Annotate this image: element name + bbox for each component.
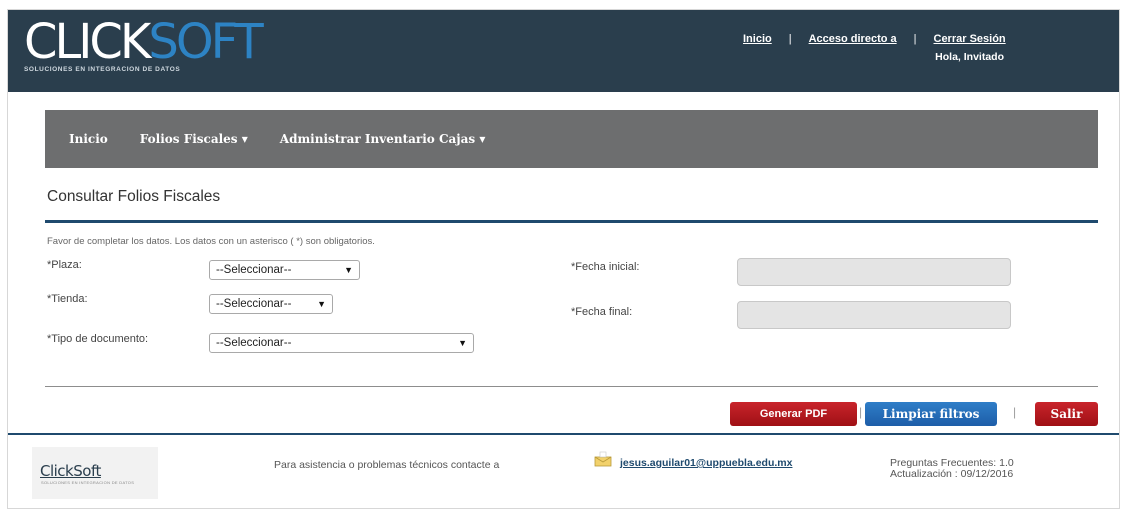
fecha-final-label: *Fecha final: bbox=[571, 306, 633, 318]
clear-filters-button[interactable]: Limpiar filtros bbox=[865, 402, 997, 426]
title-divider bbox=[45, 220, 1098, 223]
tipo-documento-label: *Tipo de documento: bbox=[47, 333, 149, 345]
home-link[interactable]: Inicio bbox=[743, 33, 772, 45]
tienda-select-value: --Seleccionar-- bbox=[216, 298, 292, 310]
plaza-select[interactable]: --Seleccionar-- ▼ bbox=[209, 260, 360, 280]
logo-wordmark: CLICKSOFT bbox=[24, 14, 264, 70]
plaza-label: *Plaza: bbox=[47, 259, 82, 271]
nav-item-inicio[interactable]: Inicio bbox=[69, 132, 108, 146]
header-bar: CLICKSOFT SOLUCIONES EN INTEGRACION DE D… bbox=[8, 10, 1119, 92]
footer-divider bbox=[8, 433, 1119, 435]
fecha-inicial-label: *Fecha inicial: bbox=[571, 261, 640, 273]
session-box: Cerrar Sesión Hola, Invitado bbox=[934, 33, 1006, 63]
header-separator: | bbox=[788, 33, 792, 45]
chevron-down-icon: ▼ bbox=[344, 265, 353, 275]
footer-logo-tagline: SOLUCIONES EN INTEGRACION DE DATOS bbox=[41, 480, 135, 485]
support-text: Para asistencia o problemas técnicos con… bbox=[274, 459, 500, 471]
support-email-link[interactable]: jesus.aguilar01@uppuebla.edu.mx bbox=[620, 457, 792, 469]
exit-button[interactable]: Salir bbox=[1035, 402, 1098, 426]
nav-item-inventario-cajas[interactable]: Administrar Inventario Cajas ▾ bbox=[280, 132, 486, 146]
shortcut-link[interactable]: Acceso directo a bbox=[809, 33, 897, 45]
page-title: Consultar Folios Fiscales bbox=[47, 188, 221, 205]
user-greeting: Hola, Invitado bbox=[935, 51, 1004, 63]
form-divider bbox=[45, 386, 1098, 387]
button-separator: | bbox=[859, 405, 863, 419]
chevron-down-icon: ▼ bbox=[458, 338, 467, 348]
plaza-select-value: --Seleccionar-- bbox=[216, 264, 292, 276]
header-links: Inicio | Acceso directo a | Cerrar Sesió… bbox=[743, 33, 1006, 63]
main-nav: Inicio Folios Fiscales ▾ Administrar Inv… bbox=[45, 110, 1098, 168]
clicksoft-logo[interactable]: CLICKSOFT SOLUCIONES EN INTEGRACION DE D… bbox=[24, 14, 264, 73]
chevron-down-icon: ▼ bbox=[317, 299, 326, 309]
logo-soft-text: SOFT bbox=[148, 14, 263, 70]
nav-item-folios-fiscales[interactable]: Folios Fiscales ▾ bbox=[140, 132, 248, 146]
footer-logo[interactable]: ClickSoft bbox=[40, 462, 101, 480]
fecha-inicial-input[interactable] bbox=[737, 258, 1011, 286]
fecha-final-input[interactable] bbox=[737, 301, 1011, 329]
logo-click-text: CLICK bbox=[24, 14, 151, 70]
form-instructions: Favor de completar los datos. Los datos … bbox=[47, 236, 375, 247]
tienda-label: *Tienda: bbox=[47, 293, 88, 305]
last-update-text: Actualización : 09/12/2016 bbox=[890, 468, 1014, 480]
header-separator: | bbox=[913, 33, 917, 45]
tipo-documento-select[interactable]: --Seleccionar-- ▼ bbox=[209, 333, 474, 353]
tienda-select[interactable]: --Seleccionar-- ▼ bbox=[209, 294, 333, 314]
tipo-documento-select-value: --Seleccionar-- bbox=[216, 337, 292, 349]
generate-pdf-button[interactable]: Generar PDF bbox=[730, 402, 857, 426]
logout-link[interactable]: Cerrar Sesión bbox=[934, 33, 1006, 45]
page-frame: CLICKSOFT SOLUCIONES EN INTEGRACION DE D… bbox=[7, 9, 1120, 509]
mail-icon bbox=[594, 451, 612, 467]
button-separator: | bbox=[1013, 405, 1017, 419]
